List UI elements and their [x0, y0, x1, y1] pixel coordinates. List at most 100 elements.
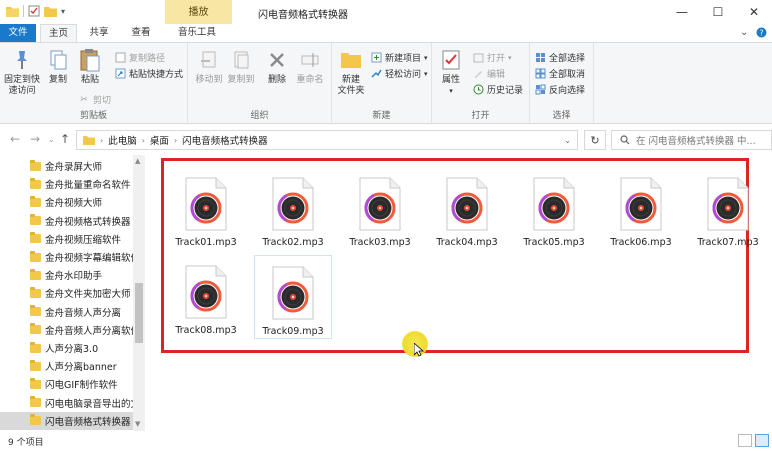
minimize-button[interactable]: —: [664, 0, 700, 24]
file-item[interactable]: Track02.mp3: [254, 167, 332, 251]
history-button[interactable]: 历史记录: [472, 83, 523, 96]
breadcrumb-this-pc[interactable]: 此电脑: [108, 133, 137, 147]
folder-icon: [30, 341, 41, 353]
file-item[interactable]: Track04.mp3: [428, 167, 506, 251]
address-bar[interactable]: › 此电脑 › 桌面 › 闪电音频格式转换器 ⌄: [76, 130, 578, 150]
new-folder-icon[interactable]: [44, 6, 57, 17]
move-to-button[interactable]: 移动到: [194, 47, 224, 86]
navigation-pane-scrollbar[interactable]: ▲ ▼: [133, 155, 145, 431]
sidebar-item[interactable]: 金舟水印助手: [0, 266, 133, 284]
folder-icon: [30, 396, 41, 408]
help-icon[interactable]: ?: [756, 27, 767, 41]
sidebar-item[interactable]: 金舟录屏大师: [0, 157, 133, 175]
sidebar-item[interactable]: 闪电GIF制作软件: [0, 375, 133, 393]
chevron-down-icon[interactable]: ⌄: [48, 135, 55, 144]
item-count: 9 个项目: [8, 438, 44, 448]
sidebar-item[interactable]: 金舟视频大师: [0, 193, 133, 211]
mp3-file-icon: [617, 177, 665, 231]
copy-button[interactable]: 复制: [44, 47, 72, 86]
sidebar-item[interactable]: 金舟视频格式转换器: [0, 212, 133, 230]
file-item[interactable]: Track09.mp3: [254, 255, 332, 339]
select-none-button[interactable]: 全部取消: [534, 67, 585, 80]
file-item[interactable]: Track05.mp3: [515, 167, 593, 251]
forward-arrow-icon[interactable]: →: [30, 132, 40, 146]
context-tab-play[interactable]: 播放: [165, 0, 232, 24]
file-name: Track06.mp3: [610, 237, 672, 248]
large-icons-view-button[interactable]: [755, 434, 769, 447]
file-name: Track07.mp3: [697, 237, 759, 248]
back-arrow-icon[interactable]: ←: [10, 132, 20, 146]
file-item[interactable]: Track01.mp3: [167, 167, 245, 251]
copy-path-icon: [114, 52, 126, 64]
sidebar-item[interactable]: 闪电电脑录音导出的文: [0, 394, 133, 412]
rename-button[interactable]: 重命名: [294, 47, 326, 86]
open-icon: [472, 52, 484, 64]
tab-music-tools[interactable]: 音乐工具: [167, 24, 227, 42]
file-item[interactable]: Track03.mp3: [341, 167, 419, 251]
folder-icon: [338, 47, 364, 73]
scroll-up-icon[interactable]: ▲: [135, 157, 140, 165]
invert-selection-button[interactable]: 反向选择: [534, 83, 585, 96]
refresh-button[interactable]: ↻: [584, 130, 606, 150]
sidebar-item[interactable]: 金舟音频人声分离软件: [0, 321, 133, 339]
sidebar-item[interactable]: 金舟文件夹加密大师: [0, 284, 133, 302]
svg-text:?: ?: [759, 28, 763, 37]
breadcrumb-desktop[interactable]: 桌面: [150, 133, 169, 147]
paste-shortcut-button[interactable]: 粘贴快捷方式: [114, 67, 183, 80]
tab-share[interactable]: 共享: [80, 24, 118, 42]
breadcrumb-current-folder[interactable]: 闪电音频格式转换器: [182, 133, 268, 147]
sidebar-item[interactable]: 金舟视频压缩软件: [0, 230, 133, 248]
file-name: Track08.mp3: [175, 325, 237, 336]
sidebar-item-label: 金舟视频大师: [45, 198, 103, 210]
file-item[interactable]: Track06.mp3: [602, 167, 680, 251]
sidebar-item[interactable]: 金舟音频人声分离: [0, 303, 133, 321]
sidebar-item[interactable]: 人声分离3.0: [0, 339, 133, 357]
maximize-button[interactable]: ☐: [700, 0, 736, 24]
file-item[interactable]: Track07.mp3: [689, 167, 767, 251]
rename-icon: [297, 47, 323, 73]
edit-button[interactable]: 编辑: [472, 67, 505, 80]
breadcrumb-separator: ›: [100, 135, 104, 145]
file-name: Track09.mp3: [262, 326, 324, 337]
chevron-down-icon[interactable]: ⌄: [740, 27, 748, 38]
pin-to-quick-access-button[interactable]: 固定到快 速访问: [2, 47, 42, 97]
copy-path-button[interactable]: 复制路径: [114, 51, 165, 64]
copy-to-button[interactable]: 复制到: [226, 47, 256, 86]
properties-icon[interactable]: [28, 5, 40, 17]
sidebar-item-label: 金舟批量重命名软件: [45, 180, 131, 192]
folder-icon: [30, 286, 41, 298]
clipboard-group: 固定到快 速访问 复制 粘贴 复制路径 粘贴快捷方式 ✂ 剪切 剪贴板: [0, 43, 188, 123]
chevron-down-icon[interactable]: ▾: [61, 7, 65, 16]
folder-icon[interactable]: [6, 6, 19, 17]
select-all-button[interactable]: 全部选择: [534, 51, 585, 64]
chevron-down-icon[interactable]: ⌄: [564, 136, 571, 145]
move-to-icon: [196, 47, 222, 73]
scrollbar-thumb[interactable]: [135, 283, 143, 343]
details-view-button[interactable]: [738, 434, 752, 447]
search-input[interactable]: 在 闪电音频格式转换器 中...: [611, 130, 772, 150]
scroll-down-icon[interactable]: ▼: [135, 420, 140, 428]
file-item[interactable]: Track08.mp3: [167, 255, 245, 339]
open-button[interactable]: 打开 ▾: [472, 51, 512, 64]
folder-icon: [30, 177, 41, 189]
paste-button[interactable]: 粘贴: [76, 47, 104, 86]
chevron-down-icon: ▾: [424, 53, 428, 62]
properties-button[interactable]: 属性 ▾: [436, 47, 466, 97]
sidebar-item[interactable]: 闪电音频格式转换器: [0, 411, 133, 430]
tab-home[interactable]: 主页: [40, 24, 77, 43]
sidebar-item-label: 金舟音频人声分离: [45, 307, 122, 319]
new-folder-button[interactable]: 新建 文件夹: [334, 47, 368, 97]
mouse-cursor-icon: [414, 343, 424, 357]
folder-icon: [30, 195, 41, 207]
close-button[interactable]: ✕: [736, 0, 772, 24]
sidebar-item[interactable]: 人声分离banner: [0, 357, 133, 375]
tab-view[interactable]: 查看: [122, 24, 160, 42]
sidebar-item[interactable]: 金舟视频字幕编辑软件: [0, 248, 133, 266]
cut-button[interactable]: ✂ 剪切: [78, 93, 111, 107]
folder-icon: [30, 323, 41, 335]
up-arrow-icon[interactable]: ↑: [60, 132, 70, 146]
sidebar-item[interactable]: 金舟批量重命名软件: [0, 175, 133, 193]
easy-access-button[interactable]: 轻松访问 ▾: [370, 67, 428, 80]
new-item-button[interactable]: 新建项目 ▾: [370, 51, 428, 64]
delete-button[interactable]: 删除: [264, 47, 290, 86]
